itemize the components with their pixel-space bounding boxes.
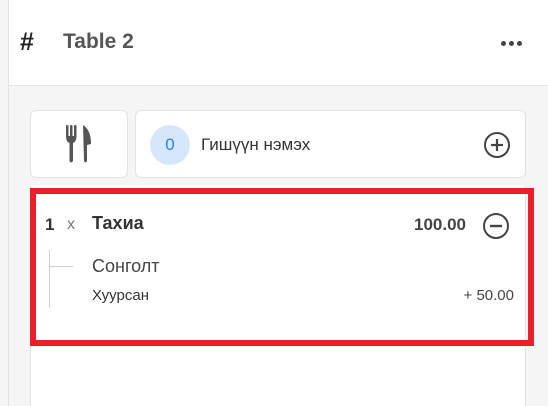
cutlery-button[interactable] [30, 110, 128, 178]
table-order-page: # Table 2 0 Гишүүн нэмэх 1 x Тахиа 100.0… [0, 0, 548, 406]
table-title: Table 2 [63, 30, 134, 53]
option-name: Хуурсан [92, 287, 149, 304]
option-price: + 50.00 [463, 287, 514, 304]
add-guest-button[interactable]: 0 Гишүүн нэмэх [135, 110, 526, 178]
guest-count-badge: 0 [150, 125, 190, 165]
item-times-sign: x [67, 216, 75, 233]
plus-circle-icon[interactable] [483, 131, 511, 159]
option-tree-branch-line [49, 266, 73, 267]
table-header: # Table 2 [9, 0, 548, 86]
option-group-label: Сонголт [92, 256, 160, 276]
option-tree-vertical-line [49, 250, 50, 308]
item-name: Тахиа [92, 213, 144, 233]
item-price: 100.00 [414, 215, 466, 234]
minus-circle-icon[interactable] [482, 212, 510, 240]
item-quantity: 1 [45, 215, 55, 234]
add-guest-label: Гишүүн нэмэх [201, 135, 311, 154]
more-options-icon[interactable] [498, 30, 524, 56]
fork-knife-icon [66, 125, 91, 163]
hash-icon: # [20, 28, 34, 56]
